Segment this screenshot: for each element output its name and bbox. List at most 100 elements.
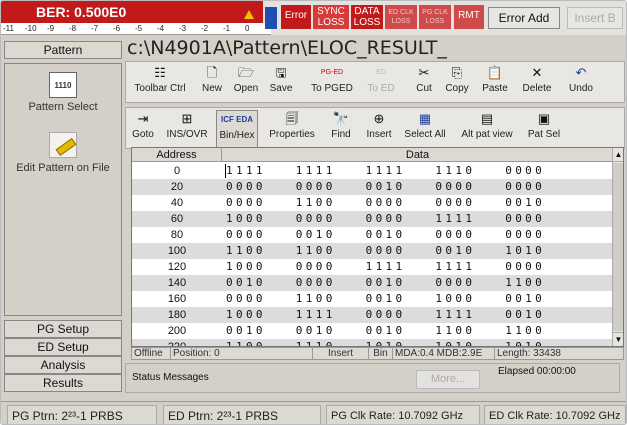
undo-button[interactable]: ↶ Undo <box>566 64 596 102</box>
edit-pattern-button[interactable]: Edit Pattern on File <box>5 132 121 174</box>
save-button[interactable]: 🖫 Save <box>266 64 296 102</box>
row-address: 220 <box>167 341 187 347</box>
find-button[interactable]: 🔭 Find <box>328 110 354 148</box>
tab-ed-setup[interactable]: ED Setup <box>4 338 122 356</box>
table-row[interactable]: 220 1100 1110 1010 1010 1010 <box>132 339 612 347</box>
row-address: 200 <box>167 325 187 337</box>
table-row[interactable]: 20 0000 0000 0010 0000 0000 <box>132 179 612 195</box>
pat-sel-button[interactable]: ▣ Pat Sel <box>524 110 564 148</box>
copy-button[interactable]: ⎘ Copy <box>442 64 472 102</box>
row-address: 160 <box>167 293 187 305</box>
pg-clock-rate-status[interactable]: PG Clk Rate: 10.7092 GHz <box>326 405 480 424</box>
delete-button[interactable]: ✕ Delete <box>518 64 556 102</box>
properties-button[interactable]: 🗐 Properties <box>266 110 318 148</box>
row-data[interactable]: 0010 0010 0010 1100 1100 <box>226 323 545 339</box>
mda-mdb-status: MDA:0.4 MDB:2.9E <box>392 348 492 359</box>
row-data[interactable]: 1111 1111 1111 1110 0000 <box>226 163 545 179</box>
ber-display: BER: 0.500E0 <box>1 1 263 23</box>
scale-tick: -9 <box>47 24 55 33</box>
properties-icon: 🗐 <box>285 111 299 126</box>
scroll-thumb[interactable] <box>613 163 623 331</box>
tab-analysis[interactable]: Analysis <box>4 356 122 374</box>
pattern-select-button[interactable]: 1110 Pattern Select <box>5 72 121 113</box>
goto-button[interactable]: ⇥ Goto <box>130 110 156 148</box>
toolbar-secondary: ⇥ Goto ⊞ INS/OVR ICF EDA Bin/Hex 🗐 Propertie… <box>125 107 625 149</box>
rmt-indicator: RMT <box>454 5 484 29</box>
pg-pattern-status[interactable]: PG Ptrn: 2²³-1 PRBS <box>7 405 157 424</box>
table-row[interactable]: 80 0000 0010 0010 0000 0000 <box>132 227 612 243</box>
insert-b-button[interactable]: Insert B <box>567 7 623 29</box>
table-row[interactable]: 120 1000 0000 1111 1111 0000 <box>132 259 612 275</box>
tab-results[interactable]: Results <box>4 374 122 392</box>
position-status: Position: 0 <box>170 348 310 359</box>
to-ed-button[interactable]: ED To ED <box>364 64 398 102</box>
to-ed-icon: ED <box>376 69 386 76</box>
pattern-select-label: Pattern Select <box>28 101 98 113</box>
row-data[interactable]: 1000 0000 0000 1111 0000 <box>226 211 545 227</box>
open-button[interactable]: 🗁 Open <box>230 64 262 102</box>
new-icon: 🗋 <box>206 65 218 80</box>
row-data[interactable]: 1000 1111 0000 1111 0010 <box>226 307 545 323</box>
scale-tick: -10 <box>25 24 37 33</box>
table-row[interactable]: 140 0010 0000 0010 0000 1100 <box>132 275 612 291</box>
table-row[interactable]: 200 0010 0010 0010 1100 1100 <box>132 323 612 339</box>
scale-tick: 0 <box>245 24 250 33</box>
tab-pg-setup[interactable]: PG Setup <box>4 320 122 338</box>
toolbar-ctrl-button[interactable]: ☷ Toolbar Ctrl <box>130 64 190 102</box>
row-data[interactable]: 0000 1100 0000 0000 0010 <box>226 195 545 211</box>
save-icon: 🖫 <box>275 65 287 80</box>
ins-ovr-button[interactable]: ⊞ INS/OVR <box>164 110 210 148</box>
scale-tick: -11 <box>3 24 14 33</box>
sync-loss-indicator: SYNC LOSS <box>313 5 349 29</box>
more-button[interactable]: More... <box>416 370 480 389</box>
sidebar: Pattern 1110 Pattern Select Edit Pattern… <box>4 41 122 393</box>
row-data[interactable]: 1000 0000 1111 1111 0000 <box>226 259 545 275</box>
ed-clock-rate-status[interactable]: ED Clk Rate: 10.7092 GHz <box>484 405 626 424</box>
ed-pattern-status[interactable]: ED Ptrn: 2²³-1 PRBS <box>163 405 321 424</box>
row-address: 180 <box>167 309 187 321</box>
offline-status: Offline <box>134 348 163 359</box>
table-row[interactable]: 60 1000 0000 0000 1111 0000 <box>132 211 612 227</box>
row-data[interactable]: 1100 1110 1010 1010 1010 <box>226 339 545 346</box>
scale-tick: -5 <box>135 24 143 33</box>
ber-indicator <box>265 7 277 29</box>
insert-icon: ⊕ <box>373 111 385 126</box>
bin-hex-icon: ICF EDA <box>221 115 253 124</box>
find-icon: 🔭 <box>332 111 350 126</box>
row-data[interactable]: 0000 1100 0010 1000 0010 <box>226 291 545 307</box>
scroll-down-icon[interactable]: ▼ <box>613 332 623 346</box>
alt-pat-view-button[interactable]: ▤ Alt pat view <box>456 110 518 148</box>
row-data[interactable]: 0000 0000 0010 0000 0000 <box>226 179 545 195</box>
text-cursor <box>225 164 226 178</box>
vertical-scrollbar[interactable]: ▲ ▼ <box>612 148 623 346</box>
new-button[interactable]: 🗋 New <box>198 64 226 102</box>
insert-button[interactable]: ⊕ Insert <box>362 110 396 148</box>
table-row[interactable]: 0 1111 1111 1111 1110 0000 <box>132 163 612 179</box>
row-data[interactable]: 0010 0000 0010 0000 1100 <box>226 275 545 291</box>
bin-mode-status: Bin <box>368 348 390 359</box>
pattern-path: c:\N4901A\Pattern\ELOC_RESULT_ <box>127 37 447 59</box>
table-row[interactable]: 100 1100 1100 0000 0010 1010 <box>132 243 612 259</box>
cut-button[interactable]: ✂ Cut <box>412 64 436 102</box>
error-add-button[interactable]: Error Add <box>488 7 560 29</box>
table-row[interactable]: 40 0000 1100 0000 0000 0010 <box>132 195 612 211</box>
paste-button[interactable]: 📋 Paste <box>478 64 512 102</box>
row-data[interactable]: 1100 1100 0000 0010 1010 <box>226 243 545 259</box>
to-pged-button[interactable]: PG-ED To PGED <box>308 64 356 102</box>
row-address: 20 <box>170 181 184 193</box>
toolbar-icon: ☷ <box>154 65 166 80</box>
row-data[interactable]: 0000 0010 0010 0000 0000 <box>226 227 545 243</box>
pg-clk-loss-indicator: PG CLK LOSS <box>419 5 451 29</box>
top-status-bar: BER: 0.500E0 -11 -10 -9 -8 -7 -6 -5 -4 -3 -2 -1 0 E… <box>1 1 626 35</box>
cut-icon: ✂ <box>418 65 430 80</box>
bin-hex-button[interactable]: ICF EDA Bin/Hex <box>216 110 258 148</box>
table-row[interactable]: 180 1000 1111 0000 1111 0010 <box>132 307 612 323</box>
scroll-up-icon[interactable]: ▲ <box>613 148 623 162</box>
table-row[interactable]: 160 0000 1100 0010 1000 0010 <box>132 291 612 307</box>
pattern-select-icon: 1110 <box>49 72 77 98</box>
pattern-grid[interactable]: Address Data 0 1111 1111 1111 1110 0000 20… <box>131 147 624 347</box>
sidebar-header[interactable]: Pattern <box>4 41 122 59</box>
undo-icon: ↶ <box>575 65 587 80</box>
ed-clk-loss-indicator: ED CLK LOSS <box>385 5 417 29</box>
select-all-button[interactable]: ▦ Select All <box>402 110 448 148</box>
